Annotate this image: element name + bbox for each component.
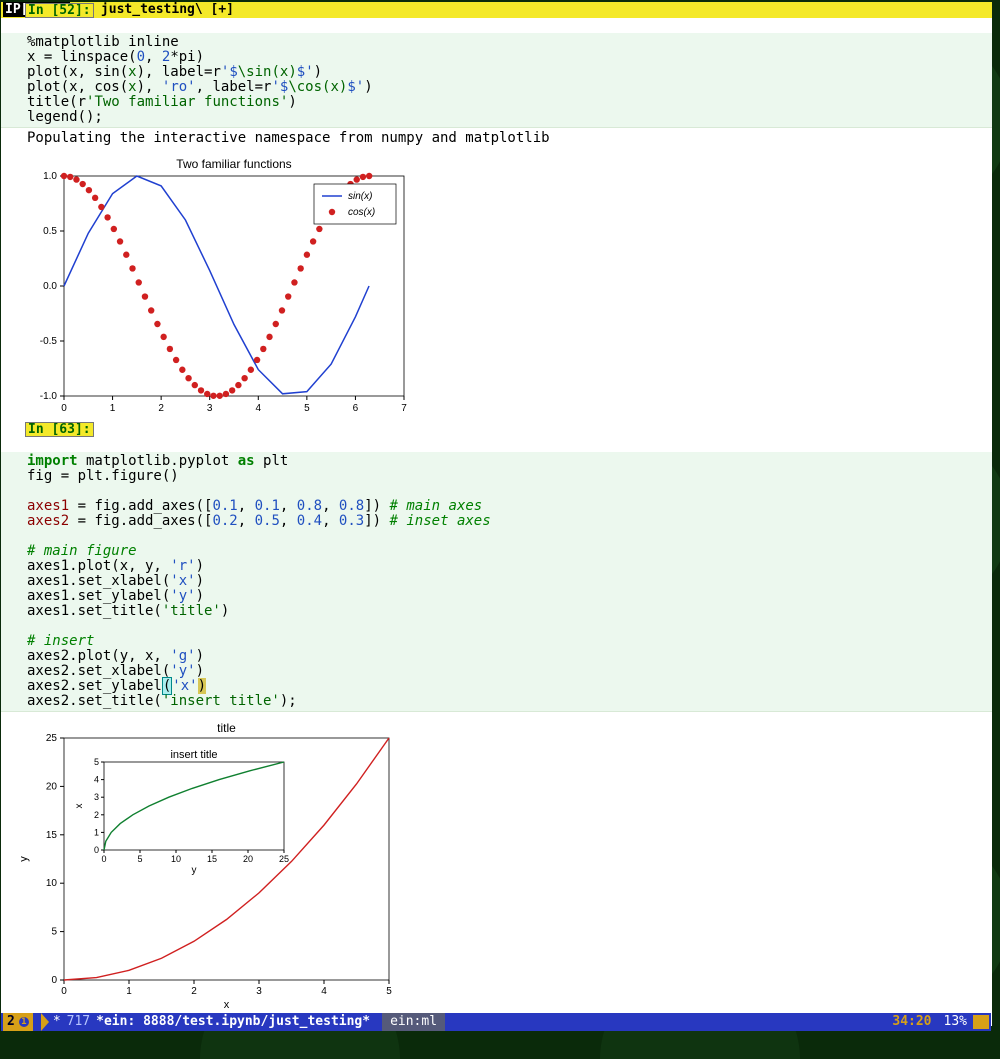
svg-text:4: 4 [94, 775, 99, 785]
svg-text:0: 0 [101, 854, 106, 864]
svg-text:5: 5 [51, 927, 57, 938]
svg-text:25: 25 [46, 733, 58, 744]
svg-text:4: 4 [321, 986, 327, 997]
cell-2[interactable]: In [63]: import matplotlib.pyplot as plt… [1, 437, 992, 1026]
cell-2-prompt: In [63]: [25, 422, 94, 437]
svg-text:10: 10 [46, 878, 58, 889]
badge-left: 2 [7, 1013, 15, 1031]
svg-text:insert title: insert title [170, 749, 217, 761]
svg-text:1: 1 [110, 403, 116, 414]
workspace-badge[interactable]: 2 1 [3, 1013, 33, 1031]
svg-text:5: 5 [94, 757, 99, 767]
svg-text:-0.5: -0.5 [40, 336, 58, 347]
svg-text:5: 5 [386, 986, 392, 997]
tab-bar[interactable]: IP[63]: /1: just_testing\ [+] [1, 2, 992, 18]
svg-text:1: 1 [94, 827, 99, 837]
cell-2-code[interactable]: import matplotlib.pyplot as plt fig = pl… [1, 452, 992, 712]
cell-2-figure: 0 1 2 3 4 5 0 5 10 15 20 25 title x y 0 5 10 15 20 25 0 1 2 3 4 5 i… [1, 712, 992, 1026]
cell-1-code-text[interactable]: %matplotlib inline x = linspace(0, 2*pi)… [27, 35, 990, 125]
svg-text:0: 0 [61, 986, 67, 997]
cell-1-prompt: In [52]: [25, 3, 94, 18]
svg-text:10: 10 [171, 854, 181, 864]
svg-text:6: 6 [353, 403, 359, 414]
svg-text:0.0: 0.0 [43, 281, 57, 292]
chart-title-with-inset: 0 1 2 3 4 5 0 5 10 15 20 25 title x y 0 5 10 15 20 25 0 1 2 3 4 5 i… [9, 720, 409, 1010]
separator-icon [41, 1013, 49, 1031]
svg-text:1.0: 1.0 [43, 171, 57, 182]
cell-1-code[interactable]: %matplotlib inline x = linspace(0, 2*pi)… [1, 33, 992, 128]
scroll-percent: 13% [944, 1013, 967, 1031]
svg-text:5: 5 [137, 854, 142, 864]
editor-window: IP[63]: /1: just_testing\ [+] In [52]: %… [1, 2, 992, 1026]
svg-text:2: 2 [191, 986, 197, 997]
svg-text:0: 0 [61, 403, 67, 414]
tab-suffix: [+] [203, 2, 234, 17]
svg-text:15: 15 [46, 830, 58, 841]
status-bar: 2 1 * 717 *ein: 8888/test.ipynb/just_tes… [1, 1013, 991, 1031]
cell-1-figure: 0 1 2 3 4 5 6 7 -1.0 -0.5 0.0 0.5 1.0 Two familiar fu… [1, 148, 992, 437]
svg-text:y: y [192, 865, 197, 876]
mode-indicator: ein:ml [382, 1013, 445, 1031]
badge-right: 1 [19, 1017, 29, 1027]
svg-text:Two familiar functions: Two familiar functions [176, 157, 291, 171]
svg-text:title: title [217, 721, 236, 735]
svg-text:1: 1 [126, 986, 132, 997]
svg-text:0.5: 0.5 [43, 226, 57, 237]
svg-text:0: 0 [94, 845, 99, 855]
cell-2-code-text[interactable]: import matplotlib.pyplot as plt fig = pl… [27, 454, 990, 709]
status-cap-icon [973, 1015, 989, 1029]
svg-text:20: 20 [243, 854, 253, 864]
cursor-position: 34:20 [892, 1013, 931, 1031]
modified-indicator: * [53, 1013, 61, 1031]
cell-1[interactable]: In [52]: %matplotlib inline x = linspace… [1, 18, 992, 437]
cell-1-output: Populating the interactive namespace fro… [1, 128, 992, 148]
svg-text:-1.0: -1.0 [40, 391, 58, 402]
cell-1-output-text: Populating the interactive namespace fro… [27, 130, 990, 146]
svg-text:x: x [74, 804, 85, 809]
chart-two-familiar-functions: 0 1 2 3 4 5 6 7 -1.0 -0.5 0.0 0.5 1.0 Two familiar fu… [9, 156, 409, 421]
svg-text:5: 5 [304, 403, 310, 414]
svg-text:3: 3 [207, 403, 213, 414]
svg-text:2: 2 [158, 403, 164, 414]
svg-text:x: x [224, 999, 230, 1010]
svg-text:3: 3 [256, 986, 262, 997]
svg-text:15: 15 [207, 854, 217, 864]
buffer-name[interactable]: *ein: 8888/test.ipynb/just_testing* [96, 1013, 370, 1031]
svg-text:y: y [18, 856, 30, 862]
linecount: 717 [67, 1013, 90, 1031]
svg-text:4: 4 [256, 403, 262, 414]
svg-text:7: 7 [401, 403, 407, 414]
svg-text:cos(x): cos(x) [348, 207, 375, 218]
svg-text:20: 20 [46, 781, 58, 792]
svg-text:0: 0 [51, 975, 57, 986]
svg-text:2: 2 [94, 810, 99, 820]
svg-text:sin(x): sin(x) [348, 191, 372, 202]
svg-text:25: 25 [279, 854, 289, 864]
svg-text:3: 3 [94, 792, 99, 802]
